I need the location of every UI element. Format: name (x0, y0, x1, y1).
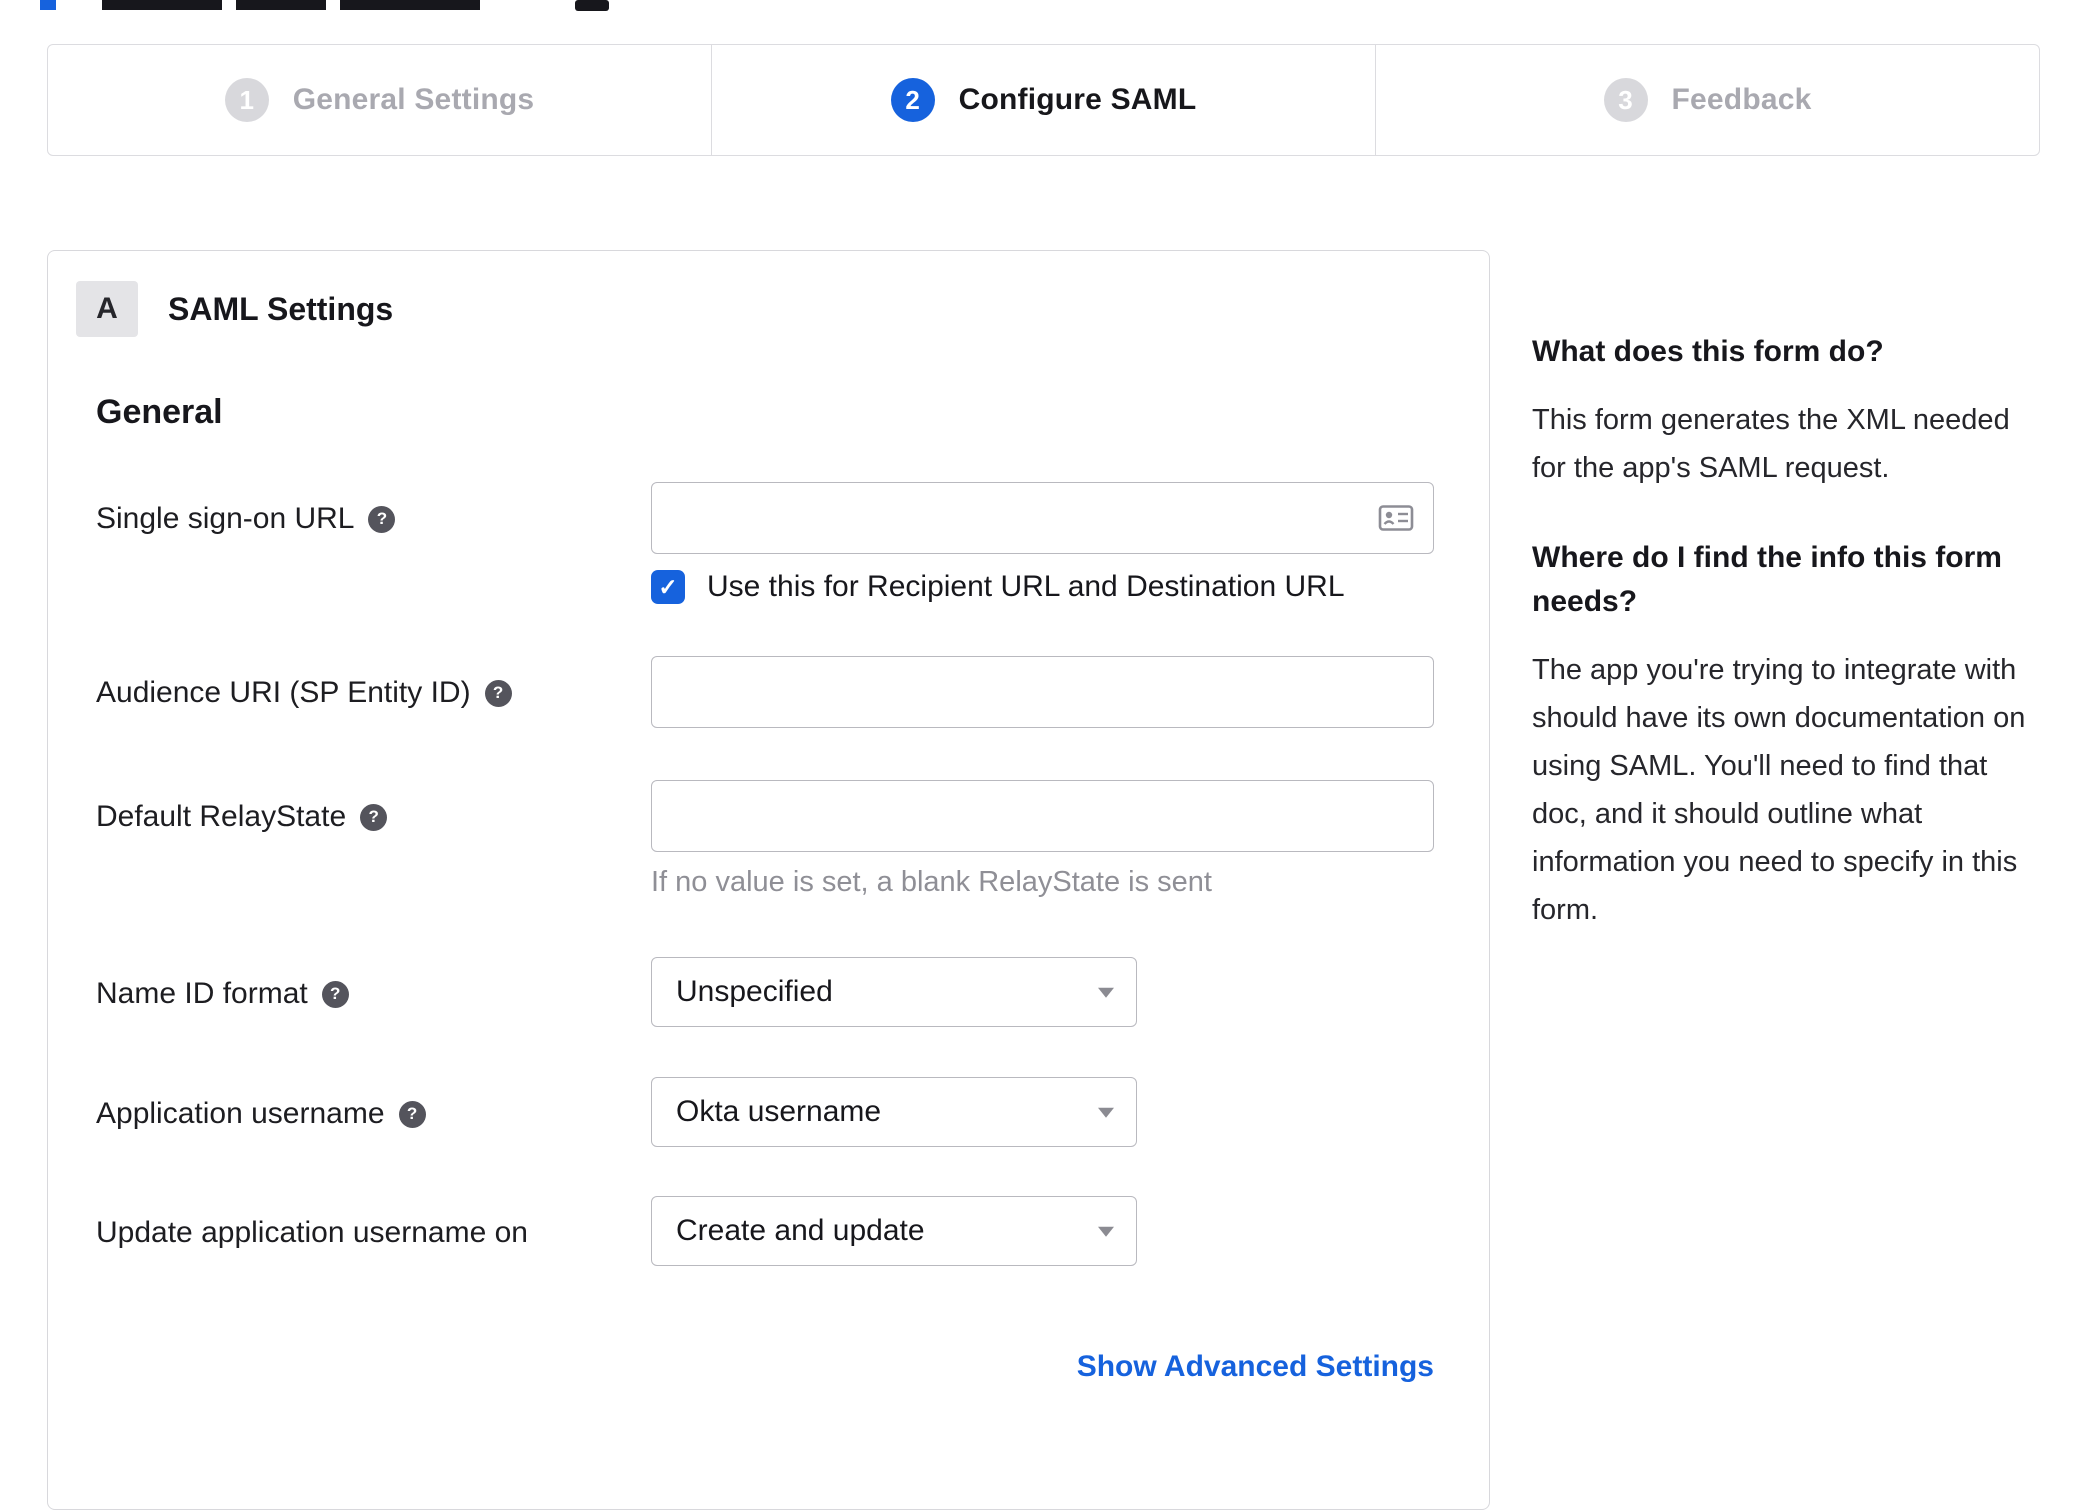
application-username-label: Application username (96, 1097, 385, 1130)
help-icon[interactable]: ? (321, 980, 349, 1008)
update-application-username-value: Create and update (676, 1214, 925, 1247)
update-application-username-select[interactable]: Create and update (651, 1196, 1137, 1266)
section-a-badge: A (76, 281, 138, 337)
help-body-2: The app you're trying to integrate with … (1532, 654, 2026, 926)
help-icon[interactable]: ? (484, 679, 512, 707)
update-application-username-label: Update application username on (96, 1216, 528, 1249)
step-label: Feedback (1671, 83, 1812, 116)
row-default-relaystate: Default RelayState ? If no value is set,… (96, 780, 1441, 899)
help-icon[interactable]: ? (398, 1100, 426, 1128)
card-title: SAML Settings (168, 290, 394, 327)
help-icon[interactable]: ? (368, 505, 396, 533)
show-advanced-settings-link[interactable]: Show Advanced Settings (1077, 1350, 1434, 1383)
sso-url-label: Single sign-on URL (96, 502, 355, 535)
help-heading-1: What does this form do? (1532, 335, 1884, 368)
help-icon[interactable]: ? (360, 803, 388, 831)
step-number-badge: 1 (224, 78, 269, 122)
row-update-application-username: Update application username on Create an… (96, 1196, 1441, 1266)
name-id-format-select[interactable]: Unspecified (651, 957, 1137, 1027)
chevron-down-icon (1098, 1107, 1114, 1118)
recipient-url-checkbox-label[interactable]: Use this for Recipient URL and Destinati… (707, 570, 1345, 604)
help-body-1: This form generates the XML needed for t… (1532, 404, 2010, 484)
step-number-badge: 3 (1603, 78, 1648, 122)
step-label: General Settings (292, 83, 535, 116)
name-id-format-value: Unspecified (676, 975, 833, 1008)
name-id-format-label: Name ID format (96, 977, 308, 1010)
audience-uri-label: Audience URI (SP Entity ID) (96, 676, 471, 709)
application-username-select[interactable]: Okta username (651, 1077, 1137, 1147)
saml-form: Single sign-on URL ? ✓ Use this for Reci… (96, 482, 1441, 1384)
row-application-username: Application username ? Okta username (96, 1077, 1441, 1147)
row-audience-uri: Audience URI (SP Entity ID) ? (96, 656, 1441, 728)
clipped-icon-fragment (575, 0, 609, 11)
help-panel: What does this form do? This form genera… (1532, 330, 2044, 934)
step-number-badge: 2 (890, 78, 935, 122)
saml-settings-card: A SAML Settings General Single sign-on U… (47, 250, 1490, 1510)
chevron-down-icon (1098, 987, 1114, 998)
audience-uri-input[interactable] (651, 656, 1434, 728)
card-header: A SAML Settings (76, 281, 1441, 337)
help-heading-2: Where do I find the info this form needs… (1532, 541, 2002, 618)
chevron-down-icon (1098, 1226, 1114, 1237)
clipped-logo-fragment (40, 0, 56, 10)
general-section-title: General (96, 393, 223, 431)
sso-url-input[interactable] (651, 482, 1434, 554)
relaystate-input[interactable] (651, 780, 1434, 852)
step-general-settings[interactable]: 1 General Settings (48, 45, 712, 155)
row-name-id-format: Name ID format ? Unspecified (96, 957, 1441, 1027)
contact-card-icon[interactable] (1378, 504, 1414, 532)
relaystate-hint: If no value is set, a blank RelayState i… (651, 866, 1212, 898)
step-configure-saml[interactable]: 2 Configure SAML (712, 45, 1376, 155)
application-username-value: Okta username (676, 1095, 882, 1128)
step-feedback[interactable]: 3 Feedback (1376, 45, 2039, 155)
step-label: Configure SAML (958, 83, 1197, 116)
wizard-stepper: 1 General Settings 2 Configure SAML 3 Fe… (47, 44, 2040, 156)
recipient-url-checkbox-row: ✓ Use this for Recipient URL and Destina… (651, 570, 1434, 604)
row-single-sign-on-url: Single sign-on URL ? ✓ Use this for Reci… (96, 482, 1441, 604)
recipient-url-checkbox[interactable]: ✓ (651, 570, 685, 604)
relaystate-label: Default RelayState (96, 800, 347, 833)
